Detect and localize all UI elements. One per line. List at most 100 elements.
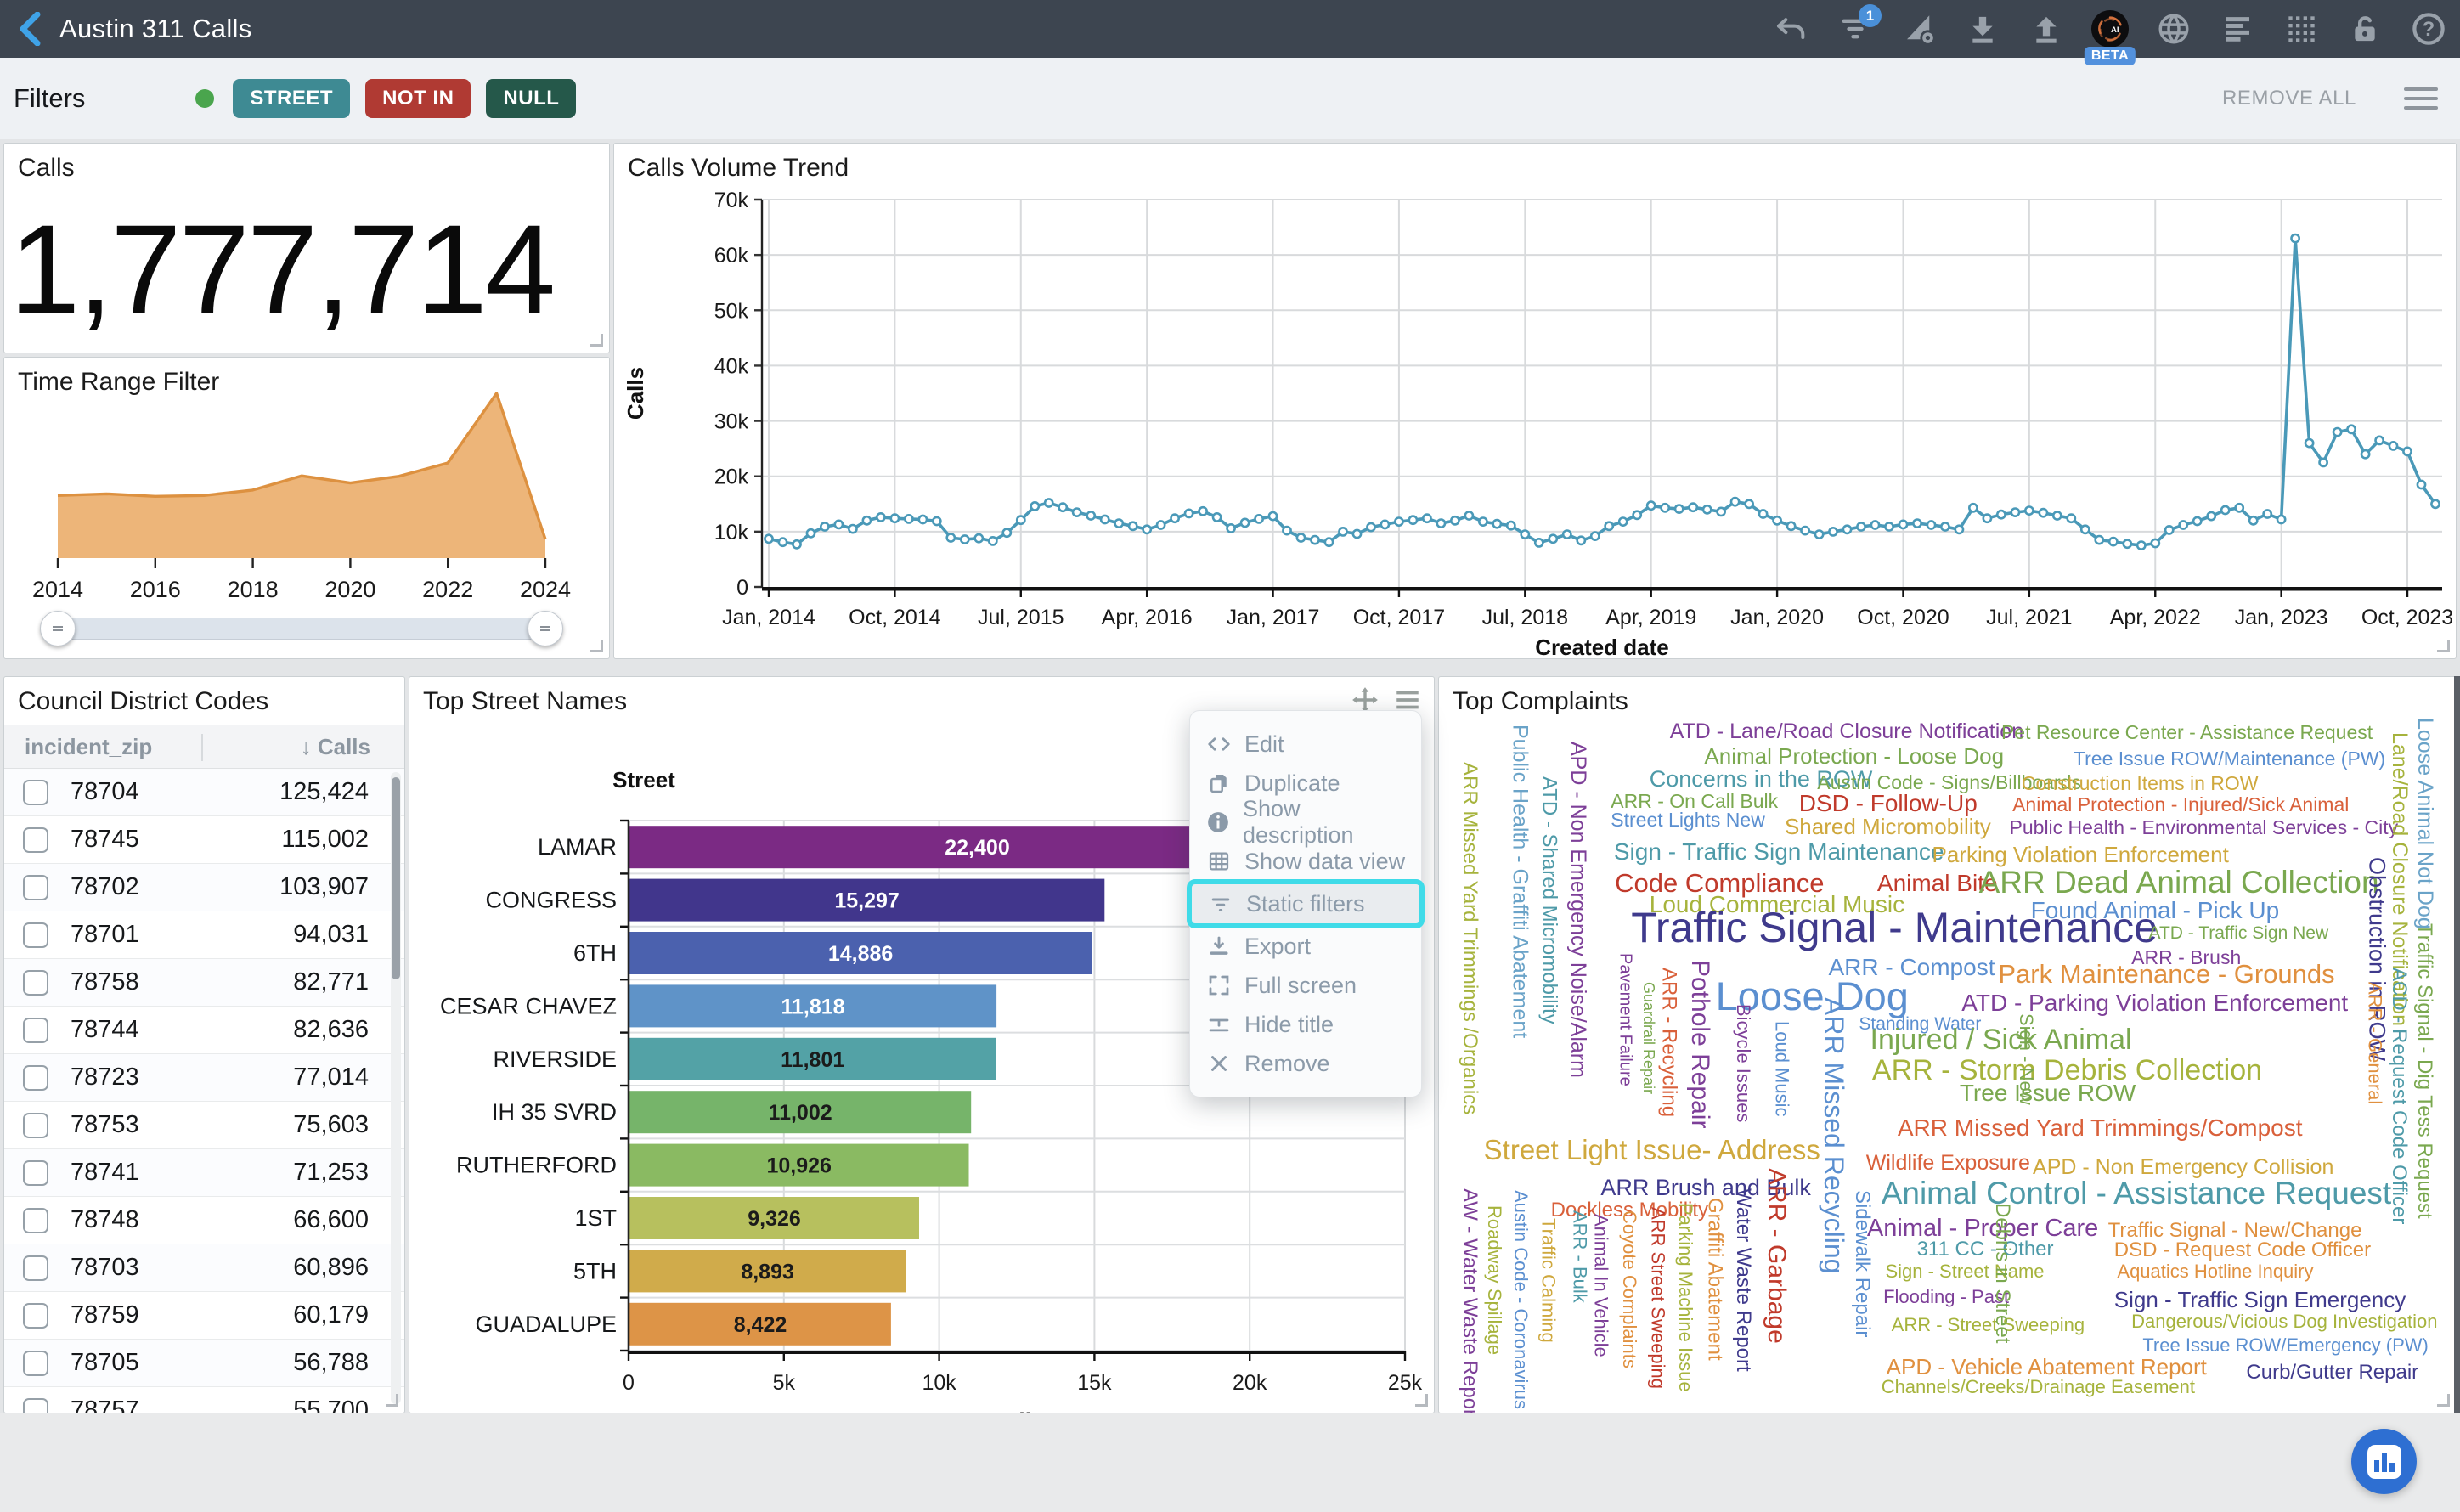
cloud-word[interactable]: Tree Issue ROW bbox=[1960, 1081, 2136, 1105]
cloud-word[interactable]: Tree Issue ROW/Emergency (PW) bbox=[2142, 1336, 2429, 1355]
cloud-word[interactable]: Traffic Signal - Dig Tess Request bbox=[2414, 923, 2435, 1219]
time-range-slider[interactable] bbox=[51, 618, 552, 640]
cloud-word[interactable]: Tree Issue ROW/Maintenance (PW) bbox=[2074, 749, 2385, 769]
cloud-word[interactable]: Debris in Street bbox=[1992, 1203, 2012, 1343]
cloud-word[interactable]: Water Waste Report bbox=[1733, 1188, 1753, 1372]
row-checkbox[interactable] bbox=[23, 875, 48, 900]
table-row-78753[interactable]: 78753 75,603 bbox=[4, 1102, 404, 1149]
column-header-calls[interactable]: ↓ Calls bbox=[301, 734, 370, 760]
resize-handle[interactable] bbox=[590, 334, 603, 347]
add-chart-fab-button[interactable] bbox=[2351, 1429, 2417, 1494]
cloud-word[interactable]: Dangerous/Vicious Dog Investigation bbox=[2131, 1312, 2437, 1331]
menu-item-full-screen[interactable]: Full screen bbox=[1190, 966, 1421, 1005]
cloud-word[interactable]: Pothole Repair bbox=[1687, 960, 1712, 1128]
cloud-word[interactable]: ARR - Street Sweeping bbox=[1892, 1316, 2085, 1334]
table-row-78701[interactable]: 78701 94,031 bbox=[4, 911, 404, 959]
table-row-78723[interactable]: 78723 77,014 bbox=[4, 1054, 404, 1102]
cloud-word[interactable]: ARR Street Sweeping bbox=[1649, 1207, 1667, 1389]
page-scrollbar-thumb[interactable] bbox=[2454, 676, 2460, 1413]
filter-chip-null[interactable]: NULL bbox=[486, 79, 576, 118]
cloud-word[interactable]: Injured / Sick Animal bbox=[1870, 1025, 2132, 1054]
table-row-78745[interactable]: 78745 115,002 bbox=[4, 816, 404, 864]
cloud-word[interactable]: Coyote Complaints bbox=[1620, 1210, 1639, 1368]
cloud-word[interactable]: ATD - Traffic Sign New bbox=[2149, 924, 2329, 942]
cloud-word[interactable]: ARR - Bulk bbox=[1570, 1210, 1588, 1303]
cloud-word[interactable]: Loose Animal Not Dog bbox=[2414, 718, 2435, 929]
resize-handle[interactable] bbox=[2437, 640, 2450, 652]
cloud-word[interactable]: ATD - Lane/Road Closure Notification bbox=[1670, 721, 2023, 742]
align-lines-icon[interactable] bbox=[2218, 9, 2257, 48]
cloud-word[interactable]: ARR Missed Yard Trimmings/Compost bbox=[1898, 1116, 2303, 1140]
filter-chip-not-in[interactable]: NOT IN bbox=[365, 79, 471, 118]
cloud-word[interactable]: Flooding - Past bbox=[1883, 1288, 2009, 1306]
cloud-word[interactable]: ARR - General bbox=[2365, 982, 2384, 1104]
cloud-word[interactable]: Park Maintenance - Grounds bbox=[1998, 961, 2334, 987]
menu-item-remove[interactable]: Remove bbox=[1190, 1044, 1421, 1083]
cloud-word[interactable]: DSD - Request Code Officer bbox=[2114, 1240, 2371, 1261]
cloud-word[interactable]: Animal Control - Assistance Request bbox=[1882, 1177, 2392, 1209]
slider-handle-left[interactable] bbox=[40, 611, 76, 646]
cloud-word[interactable]: ARR Missed Yard Trimmings /Organics bbox=[1459, 762, 1480, 1114]
slider-handle-right[interactable] bbox=[528, 611, 563, 646]
row-checkbox[interactable] bbox=[23, 780, 48, 805]
menu-item-export[interactable]: Export bbox=[1190, 927, 1421, 966]
cloud-word[interactable]: Animal Protection - Loose Dog bbox=[1704, 745, 2004, 767]
chart-settings-icon[interactable] bbox=[1899, 9, 1938, 48]
cloud-word[interactable]: Animal In Vehicle bbox=[1592, 1214, 1611, 1357]
resize-handle[interactable] bbox=[2437, 1394, 2450, 1407]
cloud-word[interactable]: Graffiti Abatement bbox=[1704, 1198, 1724, 1361]
cloud-word[interactable]: Pavement Failure bbox=[1616, 953, 1633, 1086]
cloud-word[interactable]: Animal Protection - Injured/Sick Animal bbox=[2012, 795, 2349, 815]
table-row-78741[interactable]: 78741 71,253 bbox=[4, 1149, 404, 1197]
table-row-78748[interactable]: 78748 66,600 bbox=[4, 1197, 404, 1244]
cloud-word[interactable]: Bicycle Issues bbox=[1734, 1004, 1752, 1122]
table-row-78759[interactable]: 78759 60,179 bbox=[4, 1292, 404, 1340]
cloud-word[interactable]: Sign - New bbox=[2017, 1013, 2035, 1105]
cloud-word[interactable]: Guardrail Repair bbox=[1641, 982, 1656, 1094]
filters-menu-icon[interactable] bbox=[2404, 82, 2438, 116]
help-icon[interactable]: ? bbox=[2409, 9, 2448, 48]
resize-handle[interactable] bbox=[590, 640, 603, 652]
undo-icon[interactable] bbox=[1772, 9, 1811, 48]
upload-icon[interactable] bbox=[2027, 9, 2066, 48]
row-checkbox[interactable] bbox=[23, 1255, 48, 1281]
cloud-word[interactable]: APD - Non Emergency Noise/Alarm bbox=[1567, 742, 1588, 1078]
filter-chip-street[interactable]: STREET bbox=[233, 79, 350, 118]
table-row-78702[interactable]: 78702 103,907 bbox=[4, 864, 404, 911]
cloud-word[interactable]: Traffic Calming bbox=[1538, 1218, 1557, 1343]
table-row-78758[interactable]: 78758 82,771 bbox=[4, 959, 404, 1007]
cloud-word[interactable]: Parking Violation Enforcement bbox=[1932, 843, 2229, 866]
cloud-word[interactable]: ARR Missed Recycling bbox=[1820, 997, 1848, 1273]
cloud-word[interactable]: Traffic Signal - Maintenance bbox=[1631, 906, 2158, 949]
cloud-word[interactable]: Channels/Creeks/Drainage Easement bbox=[1882, 1378, 2195, 1396]
resize-handle[interactable] bbox=[386, 1394, 398, 1407]
row-checkbox[interactable] bbox=[23, 1351, 48, 1376]
cloud-word[interactable]: Loud Music bbox=[1773, 1021, 1791, 1117]
cloud-word[interactable]: 311 CC - Other bbox=[1917, 1239, 2054, 1260]
cloud-word[interactable]: ARR Dead Animal Collection bbox=[1979, 866, 2379, 898]
globe-icon[interactable] bbox=[2154, 9, 2193, 48]
row-checkbox[interactable] bbox=[23, 1065, 48, 1091]
cloud-word[interactable]: ATD - Parking Violation Enforcement bbox=[1961, 991, 2348, 1015]
cloud-word[interactable]: Sign - Traffic Sign Maintenance bbox=[1614, 840, 1944, 864]
cloud-word[interactable]: Street Lights New bbox=[1611, 810, 1765, 830]
menu-item-edit[interactable]: Edit bbox=[1190, 725, 1421, 764]
lock-icon[interactable] bbox=[2345, 9, 2384, 48]
remove-all-button[interactable]: REMOVE ALL bbox=[2222, 87, 2356, 110]
row-checkbox[interactable] bbox=[23, 922, 48, 948]
menu-item-show-data-view[interactable]: Show data view bbox=[1190, 842, 1421, 881]
cloud-word[interactable]: ARR - Garbage bbox=[1763, 1168, 1789, 1344]
grid-dots-icon[interactable] bbox=[2282, 9, 2321, 48]
table-row-78704[interactable]: 78704 125,424 bbox=[4, 769, 404, 816]
resize-handle[interactable] bbox=[1415, 1394, 1428, 1407]
cloud-word[interactable]: Sign - Traffic Sign Emergency bbox=[2114, 1289, 2406, 1311]
cloud-word[interactable]: Shared Micromobility bbox=[1785, 815, 1991, 838]
cloud-word[interactable]: Street Light Issue- Address bbox=[1484, 1136, 1820, 1164]
cloud-word[interactable]: ACD - Request Code Officer bbox=[2389, 968, 2409, 1224]
column-header-incident-zip[interactable]: incident_zip bbox=[25, 734, 152, 760]
row-checkbox[interactable] bbox=[23, 1018, 48, 1043]
ai-icon[interactable]: AI BETA bbox=[2090, 9, 2130, 48]
cloud-word[interactable]: Sidewalk Repair bbox=[1852, 1190, 1872, 1337]
cloud-word[interactable]: Public Health - Environmental Services -… bbox=[2010, 818, 2399, 838]
cloud-word[interactable]: Austin Code - Coronavirus bbox=[1511, 1190, 1530, 1409]
